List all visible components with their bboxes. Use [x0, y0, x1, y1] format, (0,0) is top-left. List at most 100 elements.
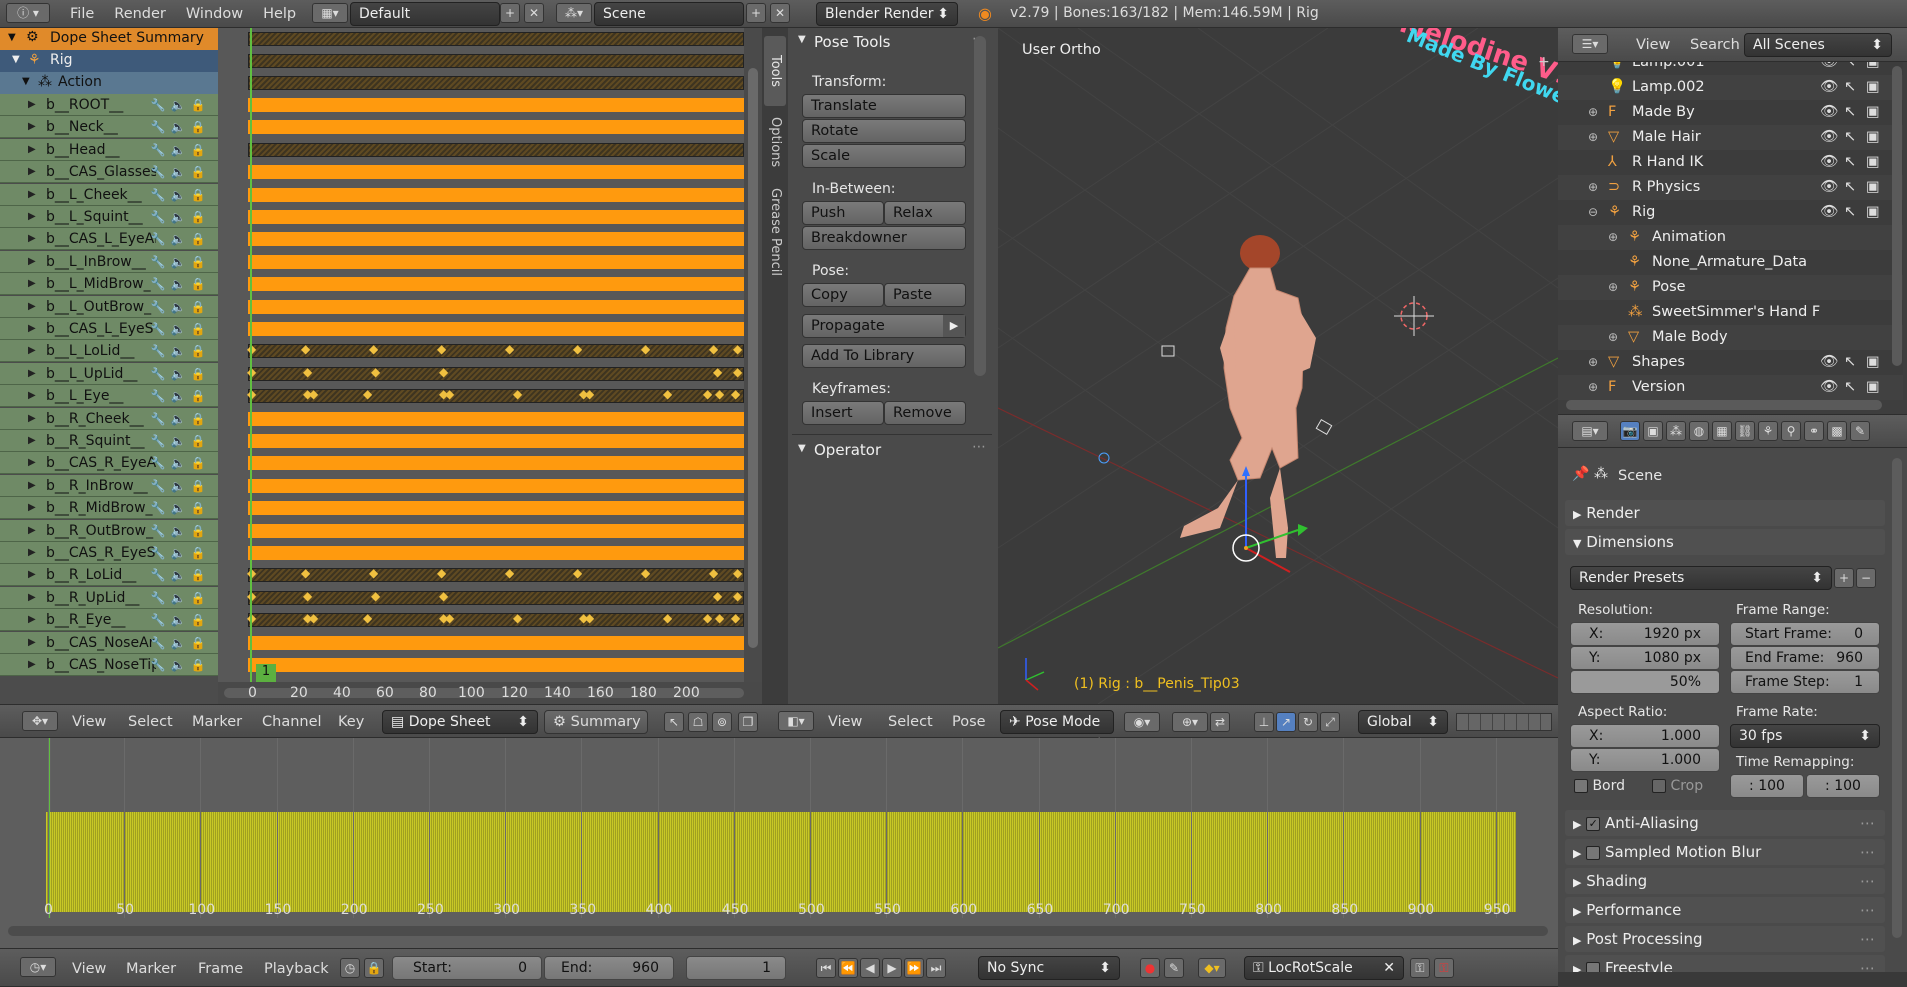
keyframe-icon[interactable]: ◆	[513, 611, 522, 625]
keyframe-icon[interactable]: ◆	[439, 365, 448, 379]
mute-speaker-icon[interactable]: 🔈	[170, 657, 186, 673]
visibility-eye-icon[interactable]: 👁	[1820, 75, 1838, 100]
outliner-item[interactable]: ⊕ ⚘ Pose	[1558, 275, 1903, 300]
outliner-item[interactable]: ⊕ ▽ Shapes 👁 ↖ ▣	[1558, 350, 1903, 375]
channel-track[interactable]	[248, 501, 744, 516]
pivot-icon[interactable]: ⊕▾	[1172, 712, 1208, 732]
channel-track[interactable]	[248, 299, 744, 314]
collapsed-triangle-icon[interactable]: ▶	[28, 452, 36, 474]
menu-help[interactable]: Help	[253, 0, 306, 28]
lock-icon[interactable]: 🔒	[190, 455, 206, 471]
channel-track[interactable]	[248, 210, 744, 224]
render-camera-icon[interactable]: ▣	[1866, 75, 1880, 100]
collapsed-triangle-icon[interactable]: ▶	[28, 273, 36, 295]
crop-checkbox[interactable]: Crop	[1652, 778, 1703, 794]
ghost-icon[interactable]: ☖	[688, 712, 708, 732]
dope-sheet-scrollbar[interactable]	[744, 28, 762, 684]
channel-track[interactable]	[248, 254, 744, 269]
menu-file[interactable]: File	[60, 0, 104, 28]
lock-icon[interactable]: 🔒	[190, 411, 206, 427]
outliner-item[interactable]: ⊕ F Version 👁 ↖ ▣	[1558, 375, 1903, 400]
insert-keyframe-button[interactable]: Insert	[802, 401, 884, 425]
start-frame-input[interactable]: Start: 0	[392, 956, 542, 980]
outliner-item[interactable]: ⊖ ⚘ Rig 👁 ↖ ▣	[1558, 200, 1903, 225]
keyframe-icon[interactable]: ◆	[437, 566, 446, 580]
channel-track[interactable]	[248, 120, 744, 135]
collapsed-triangle-icon[interactable]: ▶	[28, 116, 36, 138]
keyframe-icon[interactable]: ◆	[731, 611, 740, 625]
outliner-item[interactable]: ⊕ F Made By 👁 ↖ ▣	[1558, 100, 1903, 125]
channel-track[interactable]	[248, 456, 744, 471]
checkbox-icon[interactable]	[1586, 845, 1601, 860]
menu-key[interactable]: Key	[328, 708, 374, 736]
remap-old-field[interactable]: : 100	[1730, 774, 1804, 798]
channel-track[interactable]: ◆◆◆◆◆◆◆◆◆◆◆◆◆	[247, 611, 744, 628]
property-section[interactable]: ▶ Shading ⋯	[1565, 868, 1885, 894]
editor-type-icon[interactable]: ☰▾	[1572, 34, 1608, 54]
mode-select[interactable]: ✈ Pose Mode⬍	[1000, 710, 1114, 752]
dope-sheet-mode-select[interactable]: ▤ Dope Sheet ⬍	[382, 710, 538, 734]
render-engine-select[interactable]: Blender Render ⬍	[816, 2, 958, 26]
drag-handle-icon[interactable]: ⋯	[1860, 897, 1875, 923]
collapsed-triangle-icon[interactable]: ▶	[28, 632, 36, 654]
remove-layout-icon[interactable]: ✕	[524, 3, 544, 23]
modifier-wrench-icon[interactable]: 🔧	[150, 567, 166, 583]
render-camera-icon[interactable]: ▣	[1866, 375, 1880, 400]
visibility-eye-icon[interactable]: 👁	[1820, 150, 1838, 175]
keyframe-icon[interactable]: ◆	[445, 387, 454, 401]
channel-row[interactable]: ▶ b__CAS_R_EyeA 🔧 🔈 🔒	[0, 452, 218, 475]
current-frame-indicator[interactable]: 1	[256, 664, 276, 682]
keyframe-icon[interactable]: ◆	[585, 611, 594, 625]
keyframe-icon[interactable]: ◆	[731, 387, 740, 401]
keyframe-icon[interactable]: ◆	[301, 566, 310, 580]
lock-icon[interactable]: 🔒	[190, 164, 206, 180]
keyframe-icon[interactable]: ◆	[505, 342, 514, 356]
mute-speaker-icon[interactable]: 🔈	[170, 254, 186, 270]
rotate-button[interactable]: Rotate	[802, 119, 966, 143]
dimensions-section[interactable]: ▼ Dimensions	[1565, 529, 1885, 555]
render-camera-icon[interactable]: ▣	[1866, 150, 1880, 175]
keyframe-icon[interactable]: ◆	[369, 342, 378, 356]
property-section[interactable]: ▶ ✓ Anti-Aliasing ⋯	[1565, 810, 1885, 836]
lock-icon[interactable]: 🔒	[190, 612, 206, 628]
collapsed-triangle-icon[interactable]: ▶	[28, 587, 36, 609]
rotate-icon[interactable]: ↻	[1298, 712, 1318, 732]
channel-track[interactable]	[248, 546, 744, 560]
lock-icon[interactable]: 🔒	[190, 478, 206, 494]
editor-type-icon[interactable]: ▤▾	[1572, 421, 1608, 441]
expand-toggle-icon[interactable]: ⊕	[1588, 125, 1598, 150]
keyframe-icon[interactable]: ◆	[703, 611, 712, 625]
channel-track[interactable]	[248, 277, 744, 292]
channel-row[interactable]: ▶ b__R_InBrow__ 🔧 🔈 🔒	[0, 474, 218, 497]
jump-end-icon[interactable]: ⏭	[926, 958, 946, 978]
tab-options[interactable]: Options	[764, 110, 786, 174]
mute-speaker-icon[interactable]: 🔈	[170, 567, 186, 583]
channel-row[interactable]: ▶ b__L_Squint__ 🔧 🔈 🔒	[0, 206, 218, 228]
keyframe-icon[interactable]: ◆	[715, 611, 724, 625]
modifier-wrench-icon[interactable]: 🔧	[150, 366, 166, 382]
property-section[interactable]: ▶ Freestyle ⋯	[1565, 955, 1885, 972]
pin-icon[interactable]: 📌	[1572, 466, 1589, 482]
menu-marker[interactable]: Marker	[182, 708, 252, 736]
keyframe-icon[interactable]: ◆	[303, 365, 312, 379]
layout-selector[interactable]: Default	[350, 2, 500, 26]
editor-type-icon[interactable]: ◧▾	[778, 711, 814, 731]
modifier-wrench-icon[interactable]: 🔧	[150, 187, 166, 203]
drag-handle-icon[interactable]: ⋯	[1860, 810, 1875, 836]
keyframe-icon[interactable]: ◆	[439, 589, 448, 603]
channel-row[interactable]: ▶ b__R_Eye__ 🔧 🔈 🔒	[0, 609, 218, 632]
frame-step-field[interactable]: Frame Step: 1	[1730, 670, 1880, 694]
channel-track[interactable]: ◆◆◆◆◆◆◆◆◆◆◆◆◆	[247, 387, 744, 404]
channel-row[interactable]: ▶ b__CAS_NoseTip 🔧 🔈 🔒	[0, 654, 218, 676]
keyframe-icon[interactable]: ◆	[709, 342, 718, 356]
resolution-x-field[interactable]: X: 1920 px	[1570, 622, 1720, 646]
mute-speaker-icon[interactable]: 🔈	[170, 231, 186, 247]
current-frame-line[interactable]	[250, 28, 252, 684]
mute-speaker-icon[interactable]: 🔈	[170, 276, 186, 292]
channel-track[interactable]: ◆◆◆◆◆◆	[247, 365, 744, 381]
drag-handle-icon[interactable]: ⋯	[1860, 868, 1875, 894]
channel-row[interactable]: ▶ b__L_UpLid__ 🔧 🔈 🔒	[0, 362, 218, 385]
menu-view[interactable]: View	[1626, 31, 1680, 59]
render-camera-icon[interactable]: ▣	[1866, 62, 1880, 75]
outliner-item[interactable]: 💡 Lamp.001 👁 ↖ ▣	[1558, 62, 1903, 75]
